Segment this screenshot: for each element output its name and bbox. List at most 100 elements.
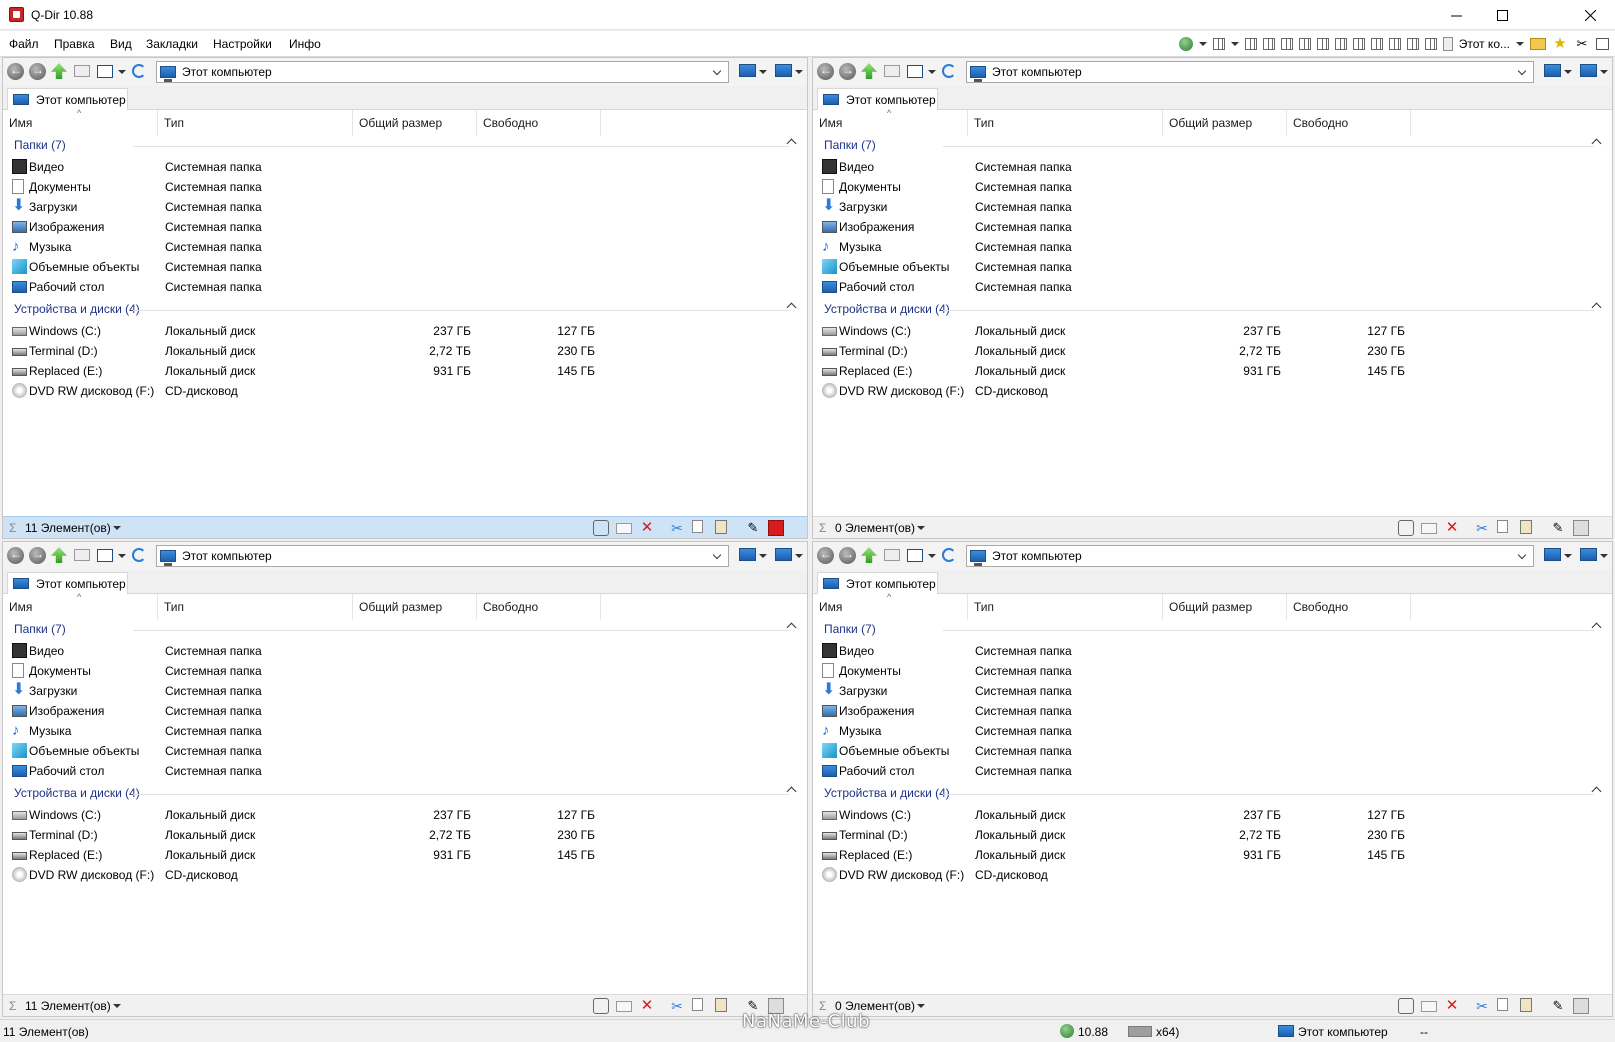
open-folder-icon[interactable]: [884, 65, 900, 77]
group-header[interactable]: Папки (7): [3, 620, 807, 640]
chevron-down-icon[interactable]: [1198, 42, 1207, 46]
globe-icon[interactable]: [1178, 37, 1193, 51]
chevron-down-icon[interactable]: [928, 70, 936, 74]
folder-row[interactable]: ⬇ Загрузки Системная папка: [813, 681, 1612, 700]
chevron-down-icon[interactable]: [1564, 554, 1572, 558]
quick-action-icon[interactable]: [593, 998, 609, 1014]
drive-row[interactable]: Terminal (D:) Локальный диск 2,72 ТБ 230 ГБ: [813, 341, 1612, 360]
column-type[interactable]: Тип: [968, 110, 1163, 136]
menu-settings[interactable]: Настройки: [213, 37, 272, 51]
back-icon[interactable]: [817, 547, 834, 564]
rename-icon[interactable]: ✎: [1550, 998, 1566, 1014]
copy-icon[interactable]: [692, 998, 703, 1011]
folder-row[interactable]: Изображения Системная папка: [3, 701, 807, 720]
folder-row[interactable]: ♪ Музыка Системная папка: [3, 237, 807, 256]
drive-row[interactable]: Replaced (E:) Локальный диск 931 ГБ 145 ГБ: [3, 845, 807, 864]
layout-7-icon[interactable]: [1352, 38, 1365, 50]
drive-row[interactable]: Terminal (D:) Локальный диск 2,72 ТБ 230 ГБ: [3, 825, 807, 844]
view-mode-icon[interactable]: [907, 549, 923, 562]
back-icon[interactable]: [7, 63, 24, 80]
forward-icon[interactable]: [839, 63, 856, 80]
chevron-down-icon[interactable]: [1600, 554, 1608, 558]
folder-row[interactable]: Рабочий стол Системная папка: [813, 761, 1612, 780]
column-free[interactable]: Свободно: [1287, 110, 1411, 136]
minimize-button[interactable]: [1433, 0, 1479, 30]
properties-icon[interactable]: [1573, 998, 1589, 1014]
drive-row[interactable]: Windows (C:) Локальный диск 237 ГБ 127 ГБ: [3, 805, 807, 824]
folder-row[interactable]: Видео Системная папка: [3, 641, 807, 660]
folder-row[interactable]: Изображения Системная папка: [3, 217, 807, 236]
chevron-down-icon[interactable]: [1230, 42, 1239, 46]
delete-icon[interactable]: ✕: [1444, 998, 1460, 1014]
drive-row[interactable]: Windows (C:) Локальный диск 237 ГБ 127 ГБ: [813, 805, 1612, 824]
tab-this-pc[interactable]: Этот компьютер: [7, 572, 128, 594]
folder-row[interactable]: ♪ Музыка Системная папка: [813, 721, 1612, 740]
menu-edit[interactable]: Правка: [54, 37, 95, 51]
group-header[interactable]: Устройства и диски (4): [3, 784, 807, 804]
chevron-down-icon[interactable]: [759, 70, 767, 74]
folder-row[interactable]: Изображения Системная папка: [813, 217, 1612, 236]
layout-3-icon[interactable]: [1280, 38, 1293, 50]
address-bar[interactable]: Этот компьютер: [966, 545, 1534, 567]
up-folder-icon[interactable]: [861, 547, 877, 563]
quick-access-icon[interactable]: [1442, 37, 1453, 51]
group-header[interactable]: Устройства и диски (4): [3, 300, 807, 320]
forward-icon[interactable]: [29, 547, 46, 564]
tab-this-pc[interactable]: Этот компьютер: [817, 572, 938, 594]
star-icon[interactable]: ★: [1552, 36, 1568, 52]
view-mode-icon[interactable]: [97, 65, 113, 78]
drive-row[interactable]: Terminal (D:) Локальный диск 2,72 ТБ 230 ГБ: [3, 341, 807, 360]
folder-row[interactable]: Объемные объекты Системная папка: [813, 741, 1612, 760]
folder-row[interactable]: Документы Системная папка: [3, 661, 807, 680]
column-type[interactable]: Тип: [968, 594, 1163, 620]
refresh-icon[interactable]: [942, 548, 956, 562]
back-icon[interactable]: [817, 63, 834, 80]
chevron-down-icon[interactable]: [1600, 70, 1608, 74]
window-icon[interactable]: [1596, 38, 1609, 50]
folder-row[interactable]: Видео Системная папка: [3, 157, 807, 176]
chevron-down-icon[interactable]: [759, 554, 767, 558]
column-type[interactable]: Тип: [158, 110, 353, 136]
up-folder-icon[interactable]: [861, 63, 877, 79]
quick-action-icon[interactable]: [1398, 998, 1414, 1014]
folder-row[interactable]: Рабочий стол Системная папка: [813, 277, 1612, 296]
folder-row[interactable]: Объемные объекты Системная папка: [813, 257, 1612, 276]
rename-icon[interactable]: ✎: [745, 520, 761, 536]
quick-action-icon[interactable]: [1398, 520, 1414, 536]
group-header[interactable]: Папки (7): [813, 620, 1612, 640]
chevron-down-icon[interactable]: [113, 526, 121, 530]
view-icon[interactable]: [1544, 64, 1561, 77]
drive-row[interactable]: DVD RW дисковод (F:) CD-дисковод: [3, 865, 807, 884]
chevron-down-icon[interactable]: [928, 554, 936, 558]
paste-icon[interactable]: [1520, 520, 1532, 534]
refresh-icon[interactable]: [942, 64, 956, 78]
email-icon[interactable]: [616, 523, 632, 534]
tab-this-pc[interactable]: Этот компьютер: [7, 88, 128, 110]
drive-row[interactable]: Windows (C:) Локальный диск 237 ГБ 127 ГБ: [3, 321, 807, 340]
menu-view[interactable]: Вид: [110, 37, 132, 51]
chevron-down-icon[interactable]: [795, 70, 803, 74]
column-free[interactable]: Свободно: [477, 110, 601, 136]
chevron-down-icon[interactable]: [1517, 550, 1527, 560]
pane-item-count[interactable]: 0 Элемент(ов): [835, 521, 915, 535]
delete-icon[interactable]: ✕: [639, 520, 655, 536]
group-header[interactable]: Папки (7): [3, 136, 807, 156]
layout-4-icon[interactable]: [1298, 38, 1311, 50]
menu-info[interactable]: Инфо: [289, 37, 321, 51]
tools-icon[interactable]: ✂: [1574, 36, 1590, 52]
drive-row[interactable]: Replaced (E:) Локальный диск 931 ГБ 145 ГБ: [813, 845, 1612, 864]
folder-row[interactable]: Документы Системная папка: [813, 177, 1612, 196]
up-folder-icon[interactable]: [51, 63, 67, 79]
layout-5-icon[interactable]: [1316, 38, 1329, 50]
drive-row[interactable]: Replaced (E:) Локальный диск 931 ГБ 145 ГБ: [3, 361, 807, 380]
view-icon[interactable]: [739, 64, 756, 77]
copy-icon[interactable]: [1497, 520, 1508, 533]
cut-icon[interactable]: ✂: [1474, 998, 1490, 1014]
folder-row[interactable]: Документы Системная папка: [813, 661, 1612, 680]
copy-icon[interactable]: [1497, 998, 1508, 1011]
view-mode-icon[interactable]: [907, 65, 923, 78]
cut-icon[interactable]: ✂: [669, 520, 685, 536]
chevron-down-icon[interactable]: [113, 1004, 121, 1008]
cut-icon[interactable]: ✂: [1474, 520, 1490, 536]
layout-6-icon[interactable]: [1334, 38, 1347, 50]
